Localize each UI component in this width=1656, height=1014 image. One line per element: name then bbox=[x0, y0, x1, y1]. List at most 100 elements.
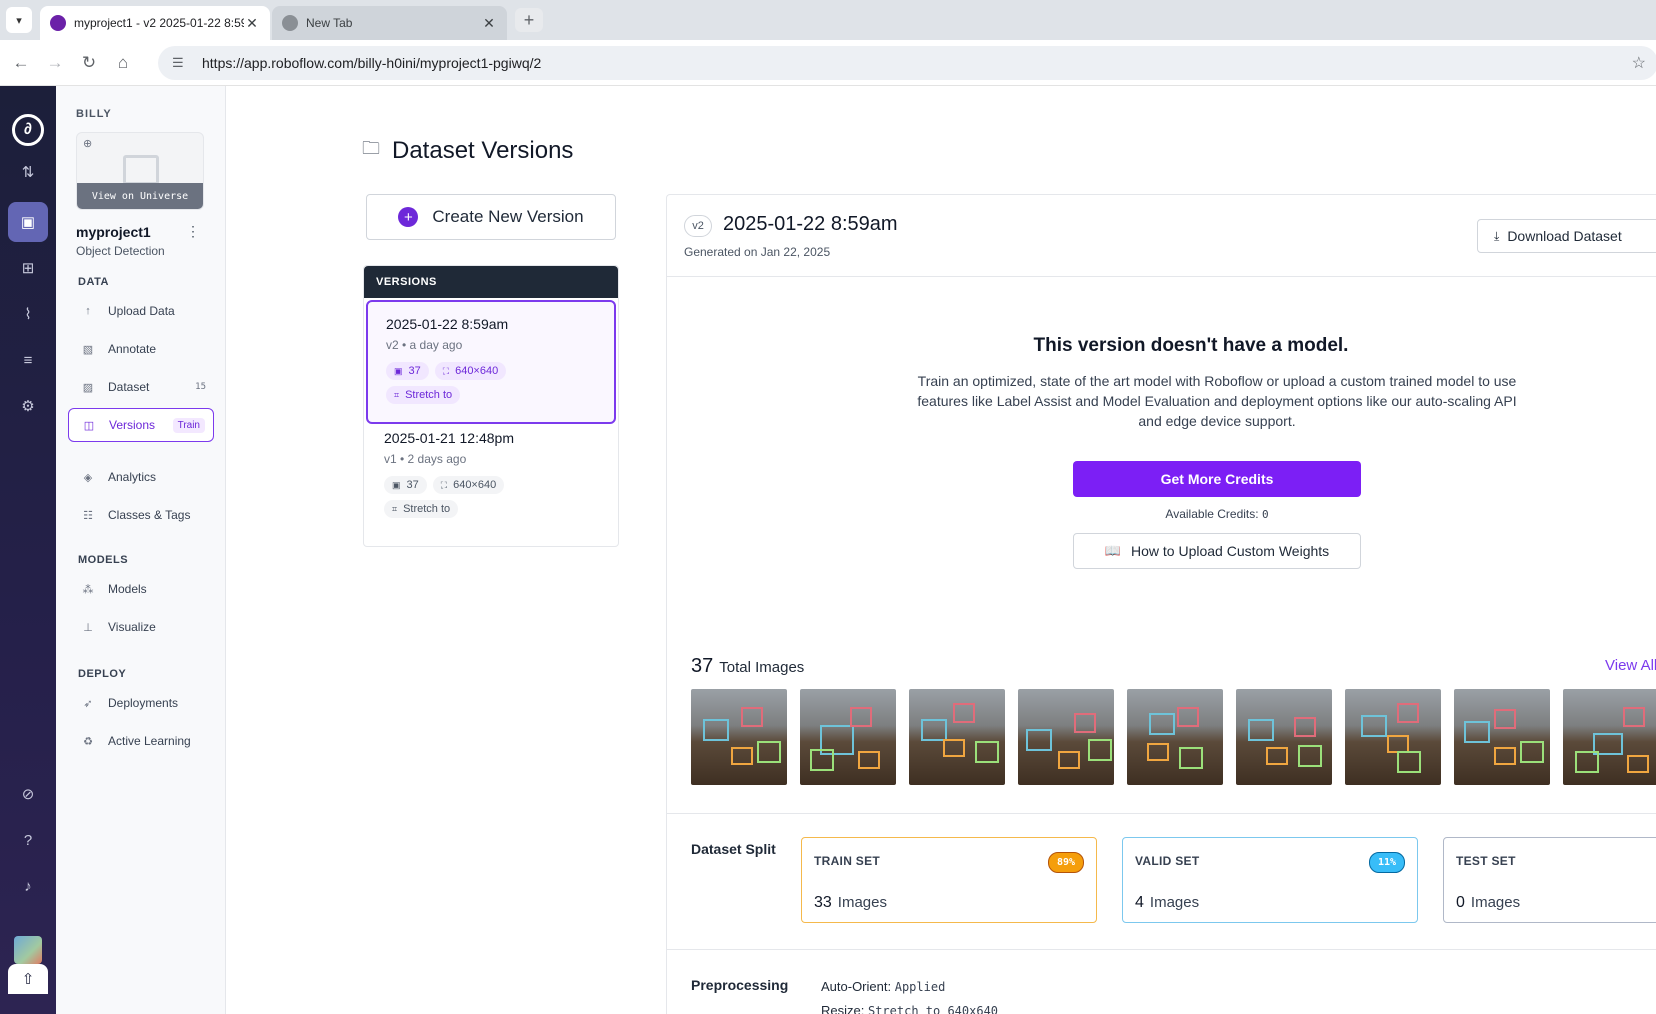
chip-label: Stretch to bbox=[405, 389, 453, 401]
crop-icon: ⌗ bbox=[394, 389, 400, 400]
stack-icon[interactable]: ≡ bbox=[8, 340, 48, 380]
browser-tab-active[interactable]: myproject1 - v2 2025-01-22 8:59am ✕ bbox=[40, 6, 270, 40]
close-tab-icon[interactable]: ✕ bbox=[481, 15, 497, 32]
preprocessing-label: Preprocessing bbox=[691, 977, 789, 993]
image-thumbnail[interactable] bbox=[1236, 689, 1332, 785]
sidebar-item-label: Upload Data bbox=[108, 304, 175, 318]
preprocessing-row: Auto-Orient: Applied bbox=[821, 979, 945, 994]
image-icon: ▣ bbox=[392, 479, 401, 490]
upload-custom-weights-button[interactable]: 📖 How to Upload Custom Weights bbox=[1073, 533, 1361, 569]
section-data: DATA bbox=[78, 276, 109, 288]
settings-gear-icon[interactable]: ⚙ bbox=[8, 386, 48, 426]
sidebar-item-label: Visualize bbox=[108, 620, 156, 634]
site-info-icon[interactable]: ☰ bbox=[172, 55, 192, 71]
split-percent-badge: 11% bbox=[1368, 852, 1405, 873]
download-icon: ⤓ bbox=[1494, 228, 1500, 243]
sort-arrows-icon[interactable]: ⇅ bbox=[8, 152, 48, 192]
browser-tab-newtab[interactable]: New Tab ✕ bbox=[272, 6, 507, 40]
divider bbox=[667, 276, 1656, 277]
image-thumbnail[interactable] bbox=[1345, 689, 1441, 785]
available-credits: Available Credits: 0 bbox=[1073, 507, 1361, 521]
version-badge: v2 bbox=[684, 215, 712, 237]
roboflow-logo-icon[interactable]: ∂ bbox=[12, 114, 44, 146]
rocket-icon: ➶ bbox=[83, 697, 93, 710]
version-card-v2[interactable]: 2025-01-22 8:59am v2 • a day ago ▣ 37 ⛶ 64… bbox=[366, 300, 616, 424]
download-dataset-button[interactable]: ⤓ Download Dataset bbox=[1477, 219, 1656, 253]
home-icon[interactable]: ⌂ bbox=[110, 50, 136, 76]
project-name: myproject1 bbox=[76, 224, 151, 240]
new-tab-plus-icon[interactable]: + bbox=[515, 8, 543, 32]
workflows-icon[interactable]: ⊞ bbox=[8, 248, 48, 288]
image-thumbnail[interactable] bbox=[800, 689, 896, 785]
create-new-version-button[interactable]: + Create New Version bbox=[366, 194, 616, 240]
sidebar-item-upload[interactable]: ↑ Upload Data bbox=[68, 294, 214, 328]
back-arrow-icon[interactable]: ← bbox=[8, 50, 34, 76]
weights-button-label: How to Upload Custom Weights bbox=[1131, 543, 1330, 559]
resize-icon: ⛶ bbox=[440, 479, 448, 490]
user-avatar[interactable] bbox=[14, 936, 42, 964]
get-more-credits-button[interactable]: Get More Credits bbox=[1073, 461, 1361, 497]
sidebar-item-annotate[interactable]: ▧ Annotate bbox=[68, 332, 214, 366]
dataset-count-badge: 15 bbox=[195, 382, 206, 392]
preprocessing-key: Auto-Orient: bbox=[821, 979, 892, 994]
divider bbox=[667, 813, 1656, 814]
preprocessing-value: Applied bbox=[894, 980, 946, 994]
bookmark-star-icon[interactable]: ☆ bbox=[1632, 53, 1646, 73]
split-unit: Images bbox=[1470, 894, 1521, 911]
preprocessing-value: Stretch to 640x640 bbox=[867, 1004, 999, 1014]
project-type: Object Detection bbox=[76, 244, 165, 258]
sidebar-item-active-learning[interactable]: ♻ Active Learning bbox=[68, 724, 214, 758]
reload-icon[interactable]: ↻ bbox=[76, 50, 102, 76]
upload-icon[interactable]: ⇧ bbox=[8, 964, 48, 994]
monitoring-chart-icon[interactable]: ⌇ bbox=[8, 294, 48, 334]
tab-title: myproject1 - v2 2025-01-22 8:59am bbox=[74, 16, 244, 30]
preprocessing-row: Resize: Stretch to 640x640 bbox=[821, 1003, 998, 1014]
close-tab-icon[interactable]: ✕ bbox=[244, 15, 260, 32]
sidebar-item-deployments[interactable]: ➶ Deployments bbox=[68, 686, 214, 720]
sidebar-item-versions[interactable]: ◫ Versions Train bbox=[68, 408, 214, 442]
image-thumbnail[interactable] bbox=[1127, 689, 1223, 785]
project-sidebar: BILLY ⊕ View on Universe myproject1 ⋮ Ob… bbox=[56, 86, 226, 1014]
version-card-v1[interactable]: 2025-01-21 12:48pm v1 • 2 days ago ▣ 37 ⛶… bbox=[366, 416, 616, 540]
generated-date: Generated on Jan 22, 2025 bbox=[684, 245, 831, 259]
version-detail-title: 2025-01-22 8:59am bbox=[723, 213, 898, 235]
resize-icon: ⛶ bbox=[442, 365, 450, 376]
sidebar-item-dataset[interactable]: ▨ Dataset 15 bbox=[68, 370, 214, 404]
sidebar-item-label: Annotate bbox=[108, 342, 157, 356]
sidebar-item-classes[interactable]: ☷ Classes & Tags bbox=[68, 498, 214, 532]
help-icon[interactable]: ? bbox=[8, 820, 48, 860]
book-icon: 📖 bbox=[1104, 543, 1121, 558]
learn-icon[interactable]: ⊘ bbox=[8, 774, 48, 814]
chrome-favicon-icon bbox=[282, 15, 298, 31]
notifications-bell-icon[interactable]: ♪ bbox=[8, 866, 48, 906]
image-thumbnail[interactable] bbox=[1454, 689, 1550, 785]
preprocessing-key: Resize: bbox=[821, 1003, 865, 1014]
image-thumbnail[interactable] bbox=[691, 689, 787, 785]
chip-label: Stretch to bbox=[403, 503, 451, 515]
image-thumbnail[interactable] bbox=[1563, 689, 1656, 785]
workspace-label: BILLY bbox=[76, 108, 112, 120]
sidebar-item-visualize[interactable]: ⊥ Visualize bbox=[68, 610, 214, 644]
sidebar-item-analytics[interactable]: ◈ Analytics bbox=[68, 460, 214, 494]
annotate-icon: ▧ bbox=[82, 343, 94, 356]
view-all-link[interactable]: View All bbox=[1605, 657, 1656, 674]
sidebar-item-models[interactable]: ⁂ Models bbox=[68, 572, 214, 606]
globe-icon: ⊕ bbox=[83, 138, 93, 150]
split-count: 4 bbox=[1135, 894, 1144, 911]
image-thumbnail[interactable] bbox=[1018, 689, 1114, 785]
image-icon: ▣ bbox=[394, 365, 403, 376]
train-set-card: TRAIN SET 89% 33 Images bbox=[801, 837, 1097, 923]
forward-arrow-icon[interactable]: → bbox=[42, 50, 68, 76]
recycle-icon: ♻ bbox=[83, 735, 93, 748]
image-thumbnails bbox=[691, 689, 1656, 785]
projects-inbox-icon[interactable]: ▣ bbox=[8, 202, 48, 242]
upload-arrow-icon: ↑ bbox=[85, 305, 91, 317]
image-thumbnail[interactable] bbox=[909, 689, 1005, 785]
available-credits-label: Available Credits: bbox=[1165, 507, 1259, 521]
tab-search-chevron-icon[interactable]: ▾ bbox=[6, 7, 32, 33]
view-on-universe-button[interactable]: View on Universe bbox=[77, 183, 203, 209]
kebab-menu-icon[interactable]: ⋮ bbox=[186, 223, 200, 240]
section-deploy: DEPLOY bbox=[78, 668, 127, 680]
project-image[interactable]: ⊕ View on Universe bbox=[76, 132, 204, 210]
address-bar[interactable]: ☰ https://app.roboflow.com/billy-h0ini/m… bbox=[158, 46, 1656, 80]
